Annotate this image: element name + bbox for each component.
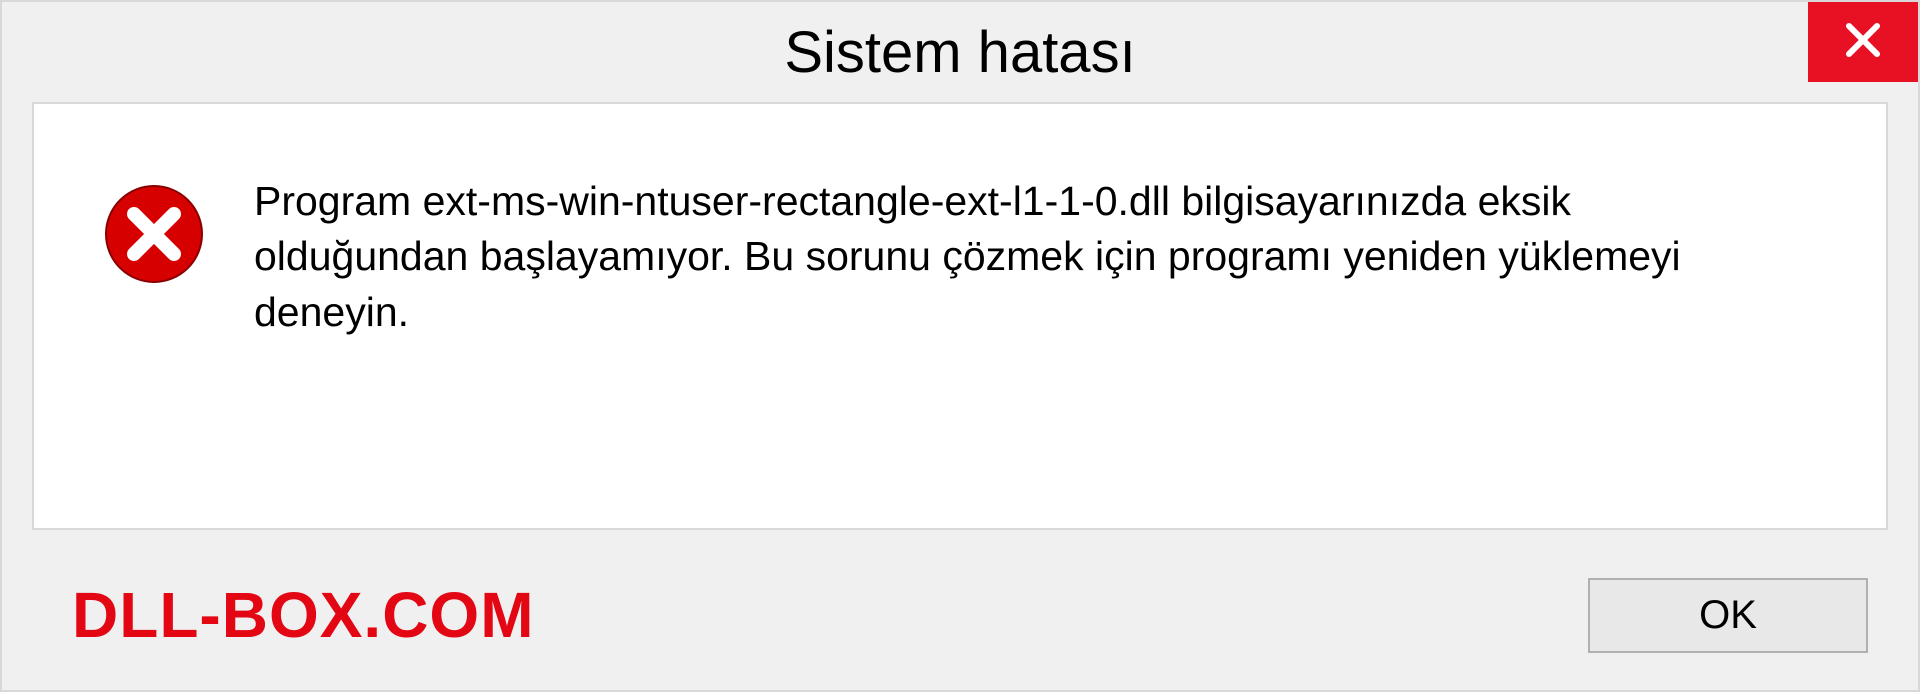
watermark-text: DLL-BOX.COM xyxy=(72,578,535,652)
close-button[interactable] xyxy=(1808,2,1918,82)
titlebar: Sistem hatası xyxy=(2,2,1918,102)
content-area: Program ext-ms-win-ntuser-rectangle-ext-… xyxy=(32,102,1888,530)
error-circle-x-icon xyxy=(104,271,204,288)
error-dialog: Sistem hatası Program ext-ms-win-ntuser-… xyxy=(0,0,1920,692)
error-message: Program ext-ms-win-ntuser-rectangle-ext-… xyxy=(254,174,1774,340)
ok-button-label: OK xyxy=(1699,593,1757,638)
error-icon-wrap xyxy=(104,184,204,289)
ok-button[interactable]: OK xyxy=(1588,578,1868,653)
footer: DLL-BOX.COM OK xyxy=(2,560,1918,690)
dialog-title: Sistem hatası xyxy=(784,19,1135,86)
close-icon xyxy=(1843,20,1883,65)
